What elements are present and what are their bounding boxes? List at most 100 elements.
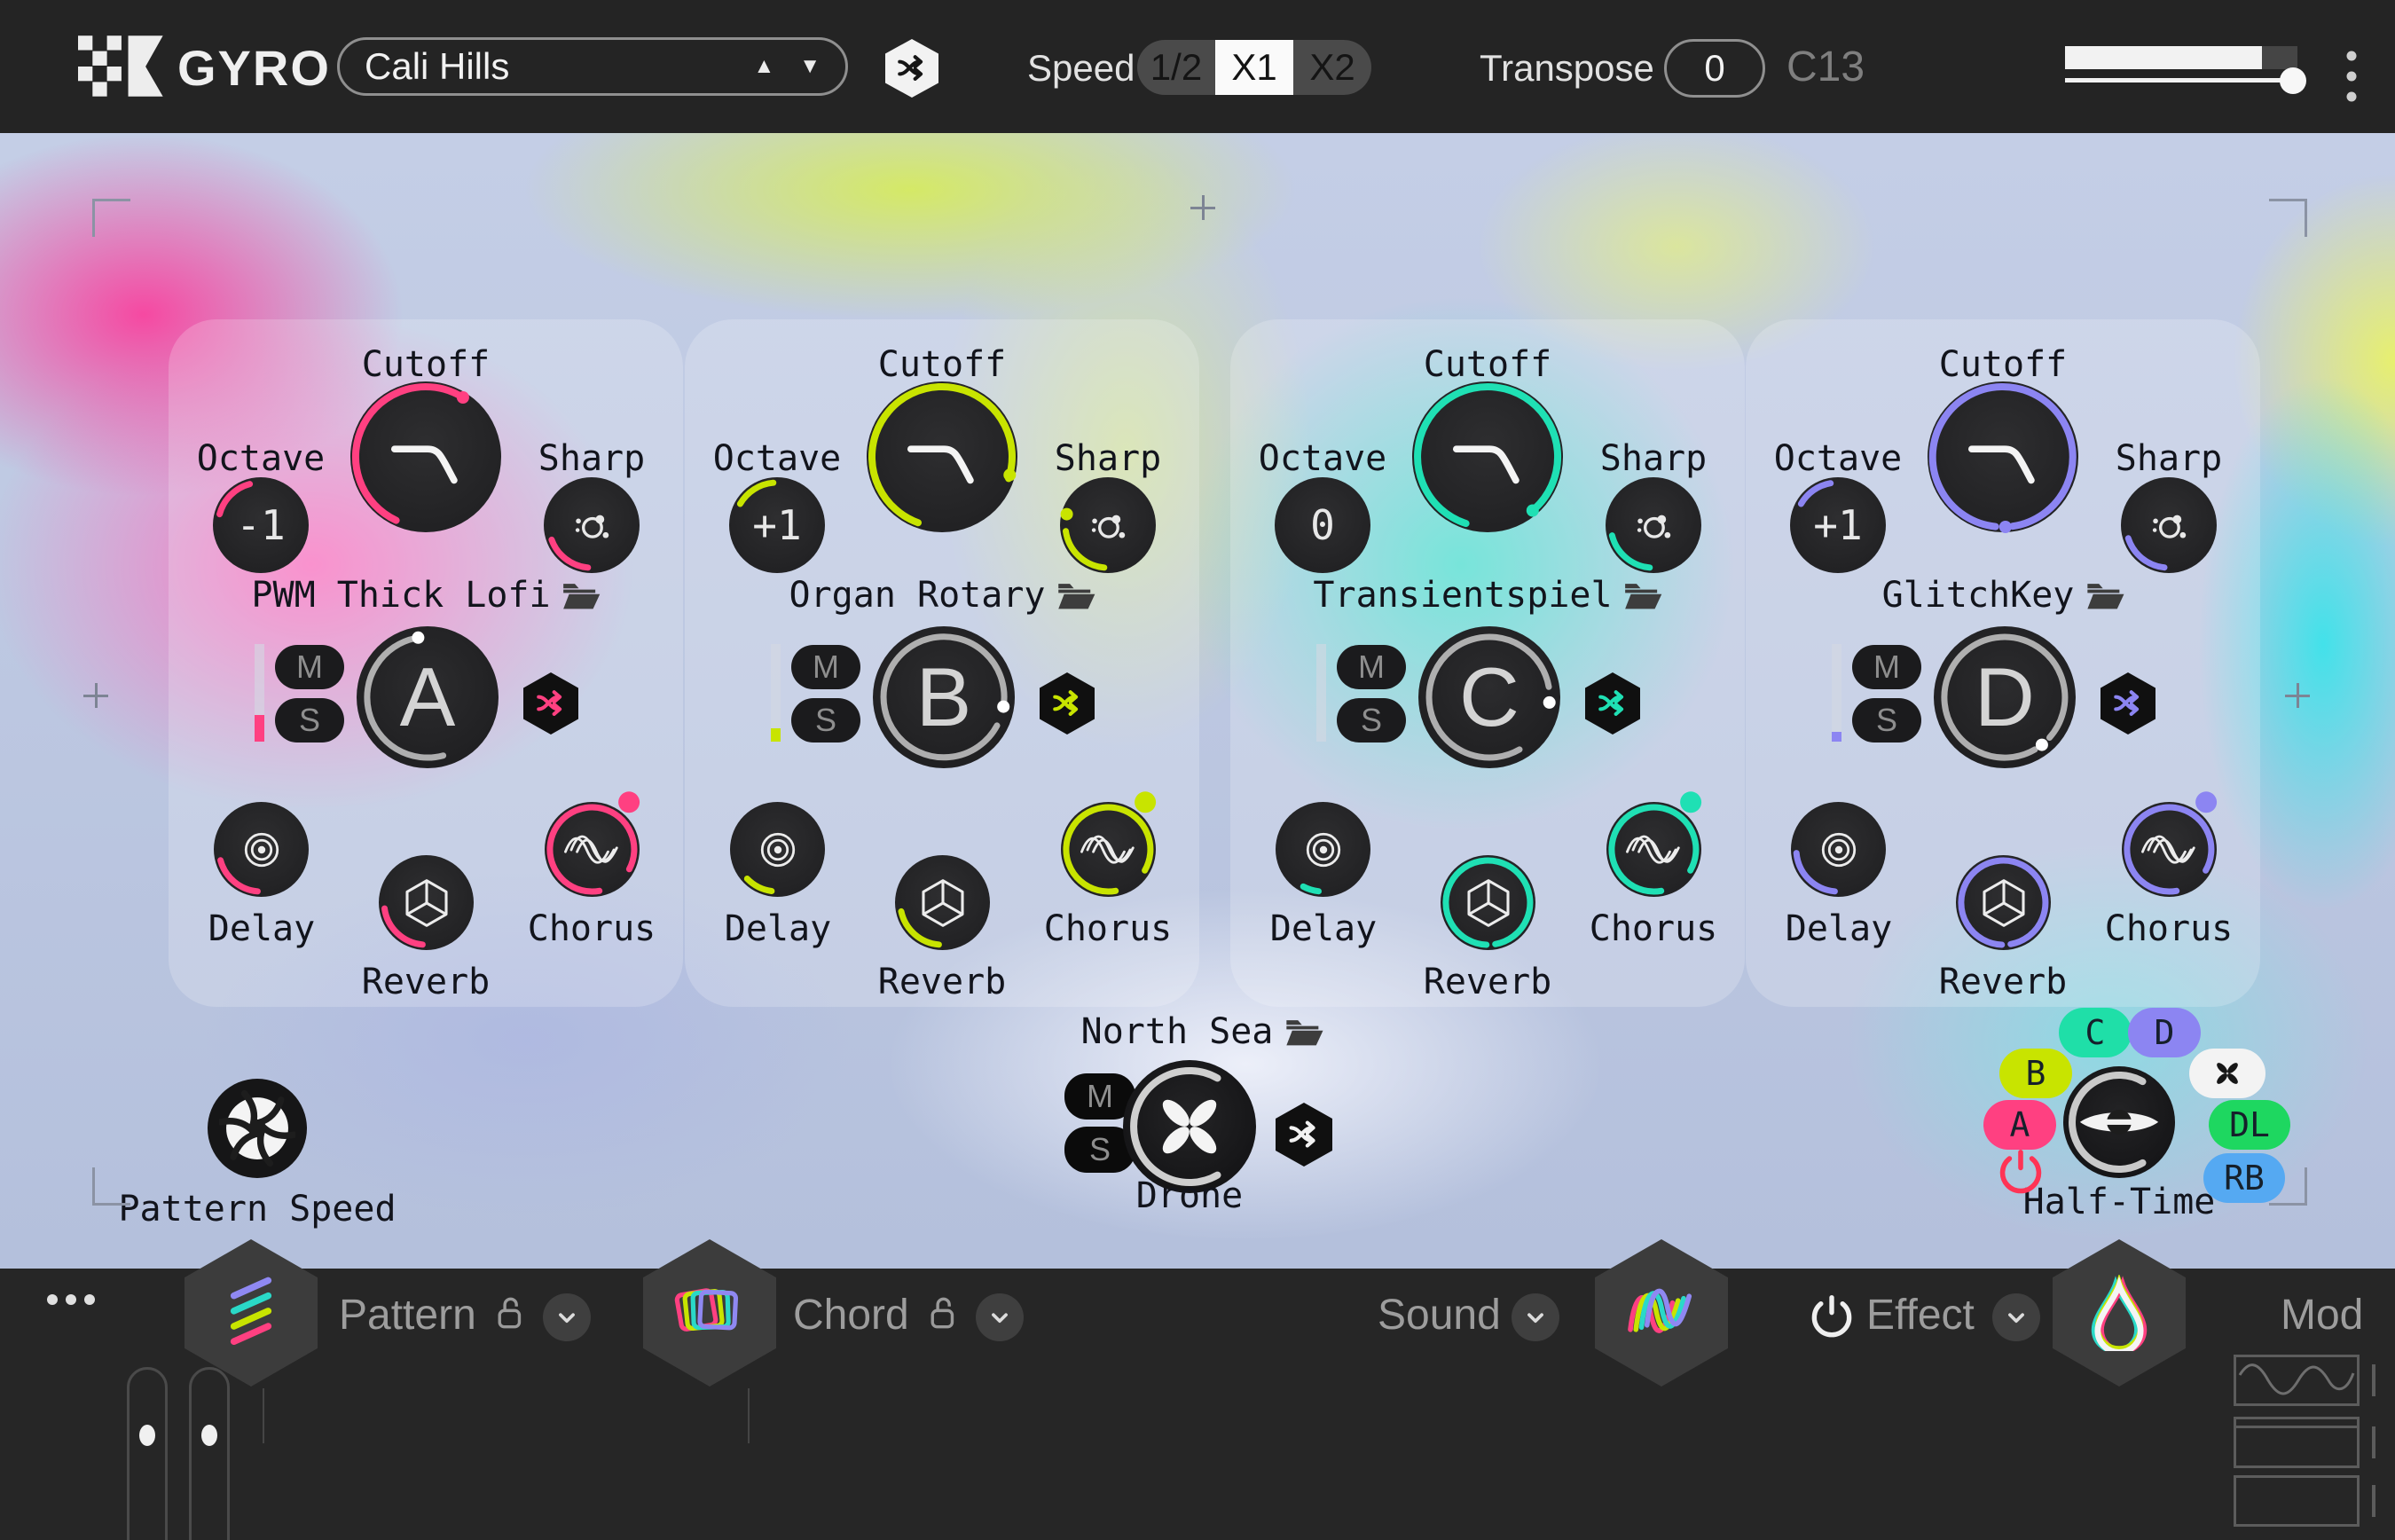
pattern-connector-line [263,1388,264,1443]
speed-option-1-2[interactable]: 1/2 [1137,40,1215,95]
reverb-knob-B[interactable] [895,855,990,950]
chorus-knob-D[interactable] [2122,802,2217,897]
half-time-pill-dl[interactable]: DL [2209,1100,2290,1150]
volume-slider-handle[interactable] [2280,67,2306,94]
half-time-pill-d[interactable]: D [2128,1008,2201,1057]
speed-segmented-control[interactable]: 1/2X1X2 [1137,40,1371,95]
solo-button-D[interactable]: S [1852,698,1921,742]
delay-knob-B[interactable] [730,802,825,897]
effect-expand-chevron[interactable] [1992,1293,2040,1341]
delay-knob-A[interactable] [214,802,309,897]
octave-knob-C[interactable]: 0 [1275,477,1370,573]
solo-button-A[interactable]: S [275,698,344,742]
chorus-label: Chorus [1044,908,1173,949]
chorus-knob-C[interactable] [1606,802,1701,897]
chord-section-label[interactable]: Chord [793,1291,909,1340]
pattern-speed-knob[interactable] [208,1079,307,1178]
mod-wheel[interactable] [189,1367,230,1540]
randomize-dice-icon-B[interactable] [1040,672,1095,735]
global-randomize-dice-icon[interactable] [885,39,938,98]
octave-knob-A[interactable]: -1 [213,477,309,573]
folder-icon[interactable] [1623,579,1662,611]
half-time-pill-c[interactable]: C [2059,1008,2132,1057]
octave-knob-C-value: 0 [1275,477,1370,573]
randomize-dice-icon-C[interactable] [1585,672,1640,735]
sharp-knob-A[interactable] [544,477,640,573]
randomize-dice-icon-A[interactable] [523,672,578,735]
ellipsis-menu-icon[interactable] [46,1293,98,1310]
folder-icon[interactable] [1284,1016,1323,1048]
reverb-knob-D[interactable] [1956,855,2051,950]
level-meter-C [1316,644,1326,742]
cutoff-knob-D[interactable] [1928,381,2078,532]
reverb-knob-A[interactable] [379,855,474,950]
effect-section-label[interactable]: Effect [1866,1291,1975,1340]
half-time-random-pill-icon[interactable] [2189,1049,2265,1098]
chord-expand-chevron[interactable] [976,1293,1024,1341]
voice-knob-A[interactable]: A [357,626,499,768]
pattern-section-label[interactable]: Pattern [339,1291,476,1340]
octave-knob-B[interactable]: +1 [729,477,825,573]
sharp-knob-B[interactable] [1060,477,1156,573]
mod-lfo-display-3[interactable] [2234,1475,2360,1527]
pattern-expand-chevron[interactable] [543,1293,591,1341]
pattern-lock-icon[interactable] [495,1293,525,1337]
chorus-knob-B[interactable] [1061,802,1156,897]
voice-knob-C[interactable]: C [1418,626,1560,768]
chorus-knob-C-glyph [1606,802,1701,897]
cutoff-knob-C[interactable] [1412,381,1563,532]
solo-button-C[interactable]: S [1337,698,1406,742]
chorus-knob-A[interactable] [545,802,640,897]
effect-power-icon[interactable] [1810,1295,1854,1344]
mod-tick-2 [2372,1426,2375,1458]
chord-lock-icon[interactable] [928,1293,958,1337]
cutoff-knob-A[interactable] [350,381,501,532]
transpose-value-field[interactable]: 0 [1664,39,1765,98]
cutoff-knob-B[interactable] [867,381,1017,532]
solo-button-B[interactable]: S [791,698,860,742]
sharp-knob-D[interactable] [2121,477,2217,573]
mod-lfo-display-2[interactable] [2234,1417,2360,1468]
chorus-label: Chorus [2105,908,2234,949]
sound-section-label[interactable]: Sound [1378,1291,1501,1340]
delay-knob-C[interactable] [1276,802,1370,897]
voice-knob-B[interactable]: B [873,626,1015,768]
mute-button-B[interactable]: M [791,645,860,689]
half-time-knob[interactable] [2063,1066,2175,1178]
drone-dice-icon[interactable] [1276,1103,1332,1167]
pitch-wheel[interactable] [127,1367,168,1540]
sound-expand-chevron[interactable] [1512,1293,1559,1341]
chorus-label: Chorus [528,908,656,949]
preset-up-icon[interactable]: ▲ [753,56,774,77]
drone-knob[interactable] [1123,1060,1256,1193]
reverb-label: Reverb [362,962,491,1002]
half-time-power-icon[interactable] [1998,1150,2044,1196]
randomize-dice-icon-D[interactable] [2101,672,2156,735]
folder-icon[interactable] [1056,579,1095,611]
mute-button-C[interactable]: M [1337,645,1406,689]
sharp-knob-C[interactable] [1606,477,1701,573]
mute-button-A[interactable]: M [275,645,344,689]
cutoff-knob-C-glyph [1412,381,1563,532]
half-time-pill-b[interactable]: B [1999,1049,2072,1098]
volume-slider-track[interactable] [2065,78,2301,82]
voice-knob-D[interactable]: D [1934,626,2076,768]
speed-option-X1[interactable]: X1 [1215,40,1293,95]
voice-knob-C-value: C [1418,626,1560,768]
speed-option-X2[interactable]: X2 [1293,40,1371,95]
mute-button-D[interactable]: M [1852,645,1921,689]
reverb-knob-C[interactable] [1441,855,1535,950]
mod-section-label[interactable]: Mod [2281,1291,2363,1340]
folder-icon[interactable] [561,579,601,611]
half-time-label: Half-Time [2023,1182,2216,1222]
delay-knob-D[interactable] [1791,802,1886,897]
kebab-menu-icon[interactable] [2345,50,2358,109]
octave-knob-D[interactable]: +1 [1790,477,1886,573]
preset-name: Cali Hills [365,45,753,88]
mod-lfo-display-1[interactable] [2234,1355,2360,1406]
half-time-pill-rb[interactable]: RB [2203,1153,2285,1203]
preset-selector[interactable]: Cali Hills ▲ ▼ [337,37,848,96]
preset-down-icon[interactable]: ▼ [799,56,821,77]
half-time-pill-a[interactable]: A [1983,1100,2056,1150]
reverb-knob-D-glyph [1956,855,2051,950]
